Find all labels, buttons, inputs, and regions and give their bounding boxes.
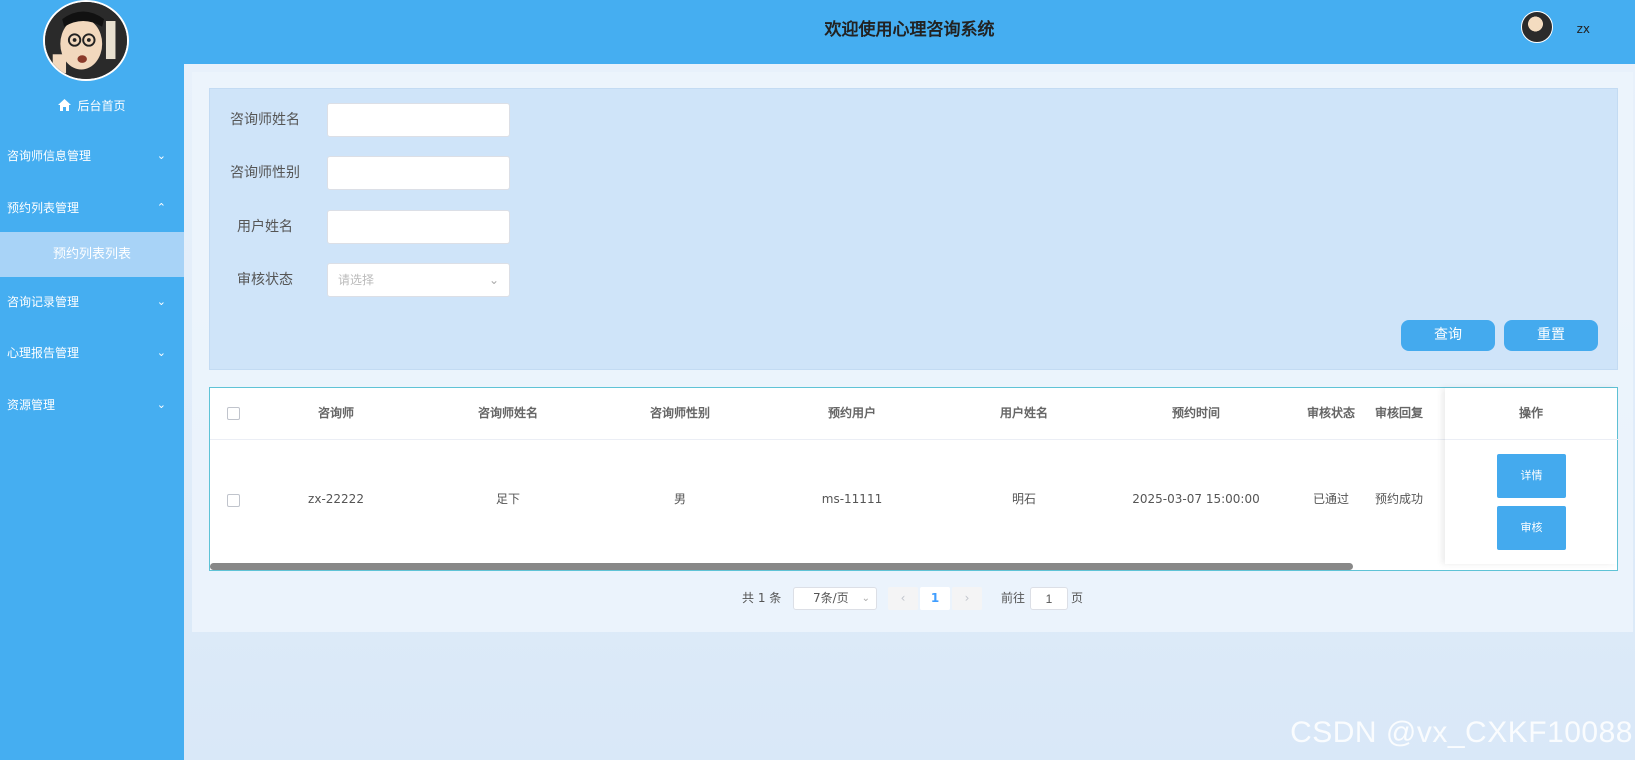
detail-button[interactable]: 详情 bbox=[1497, 454, 1566, 498]
home-icon bbox=[58, 97, 72, 117]
sidebar-item-report[interactable]: 心理报告管理 ⌄ bbox=[0, 330, 184, 376]
page-number-button[interactable]: 1 bbox=[920, 587, 950, 610]
row-checkbox[interactable] bbox=[227, 494, 240, 507]
counselor-gender-input[interactable] bbox=[327, 156, 510, 190]
review-button[interactable]: 审核 bbox=[1497, 506, 1566, 550]
user-name-input[interactable] bbox=[327, 210, 510, 244]
page-size-value: 7条/页 bbox=[813, 591, 849, 605]
chevron-down-icon: ⌄ bbox=[488, 273, 499, 287]
sidebar-item-consult-record[interactable]: 咨询记录管理 ⌄ bbox=[0, 279, 184, 325]
cell-reply: 预约成功 bbox=[1374, 492, 1423, 506]
user-name-label: 用户姓名 bbox=[237, 219, 293, 235]
pagination-total: 共 1 条 bbox=[742, 591, 782, 605]
page-title: 欢迎使用心理咨询系统 bbox=[824, 20, 995, 40]
counselor-name-input[interactable] bbox=[327, 103, 510, 137]
cell-user-name: 明石 bbox=[1011, 492, 1036, 506]
column-header: 预约用户 bbox=[827, 406, 876, 420]
column-header: 咨询师性别 bbox=[649, 406, 710, 420]
column-header: 用户姓名 bbox=[999, 406, 1048, 420]
sidebar-item-resource[interactable]: 资源管理 ⌄ bbox=[0, 382, 184, 428]
avatar-image bbox=[45, 2, 127, 79]
chevron-down-icon: ⌄ bbox=[156, 149, 166, 162]
chevron-up-icon: ⌃ bbox=[156, 201, 166, 214]
cell-time: 2025-03-07 15:00:00 bbox=[1132, 492, 1260, 506]
chevron-down-icon: ⌄ bbox=[156, 398, 166, 411]
column-header: 审核回复 bbox=[1374, 406, 1423, 420]
column-header: 咨询师姓名 bbox=[477, 406, 538, 420]
column-header: 审核状态 bbox=[1306, 406, 1355, 420]
sidebar-item-label: 心理报告管理 bbox=[7, 346, 80, 360]
sidebar-subitem-appointment-list[interactable]: 预约列表列表 bbox=[0, 232, 184, 277]
sidebar-subitem-label: 预约列表列表 bbox=[52, 247, 131, 262]
cell-counselor-name: 足下 bbox=[495, 492, 520, 506]
counselor-name-label: 咨询师姓名 bbox=[230, 112, 300, 128]
cell-counselor: zx-22222 bbox=[308, 492, 364, 506]
sidebar-home-link[interactable]: 后台首页 bbox=[0, 96, 184, 117]
sidebar-avatar bbox=[43, 0, 129, 81]
user-avatar[interactable] bbox=[1521, 11, 1553, 43]
sidebar-item-label: 预约列表管理 bbox=[7, 201, 80, 215]
chevron-down-icon: ⌄ bbox=[156, 346, 166, 359]
sidebar-item-appointment[interactable]: 预约列表管理 ⌃ bbox=[0, 185, 184, 231]
chevron-left-icon: ‹ bbox=[900, 591, 906, 605]
home-label: 后台首页 bbox=[77, 99, 126, 113]
goto-label: 前往 bbox=[1001, 591, 1026, 605]
prev-page-button[interactable]: ‹ bbox=[888, 587, 918, 610]
watermark: CSDN @vx_CXKF10088 bbox=[1290, 716, 1633, 749]
user-name[interactable]: zx bbox=[1577, 22, 1590, 36]
page-size-select[interactable]: 7条/页 ⌄ bbox=[793, 587, 877, 610]
actions-column: 操作 详情 审核 bbox=[1445, 388, 1617, 564]
column-header: 操作 bbox=[1518, 406, 1543, 420]
header-separator bbox=[1445, 439, 1617, 440]
goto-page-input[interactable] bbox=[1030, 587, 1068, 610]
page-suffix: 页 bbox=[1071, 591, 1084, 605]
chevron-down-icon: ⌄ bbox=[861, 593, 870, 604]
counselor-gender-label: 咨询师性别 bbox=[230, 165, 300, 181]
sidebar-item-label: 咨询记录管理 bbox=[7, 295, 80, 309]
data-table: 咨询师 咨询师姓名 咨询师性别 预约用户 用户姓名 预约时间 审核状态 审核回复… bbox=[209, 387, 1619, 571]
reset-button[interactable]: 重置 bbox=[1504, 320, 1598, 351]
sidebar: 后台首页 咨询师信息管理 ⌄ 预约列表管理 ⌃ 预约列表列表 咨询记录管理 ⌄ … bbox=[0, 0, 184, 760]
query-button[interactable]: 查询 bbox=[1401, 320, 1495, 351]
review-status-select[interactable]: 请选择 ⌄ bbox=[327, 263, 510, 297]
chevron-down-icon: ⌄ bbox=[156, 295, 166, 308]
select-placeholder: 请选择 bbox=[338, 273, 375, 287]
column-header: 咨询师 bbox=[317, 406, 354, 420]
sidebar-item-label: 资源管理 bbox=[7, 398, 56, 412]
select-all-checkbox[interactable] bbox=[227, 407, 240, 420]
cell-counselor-gender: 男 bbox=[673, 492, 686, 506]
chevron-right-icon: › bbox=[964, 591, 970, 605]
cell-status: 已通过 bbox=[1312, 492, 1349, 506]
cell-user: ms-11111 bbox=[821, 492, 883, 506]
horizontal-scrollbar[interactable] bbox=[210, 563, 1353, 570]
top-header: 欢迎使用心理咨询系统 zx bbox=[184, 0, 1635, 64]
review-status-label: 审核状态 bbox=[237, 272, 293, 288]
sidebar-item-counselor-info[interactable]: 咨询师信息管理 ⌄ bbox=[0, 133, 184, 179]
next-page-button[interactable]: › bbox=[952, 587, 982, 610]
sidebar-item-label: 咨询师信息管理 bbox=[7, 149, 92, 163]
column-header: 预约时间 bbox=[1171, 406, 1220, 420]
